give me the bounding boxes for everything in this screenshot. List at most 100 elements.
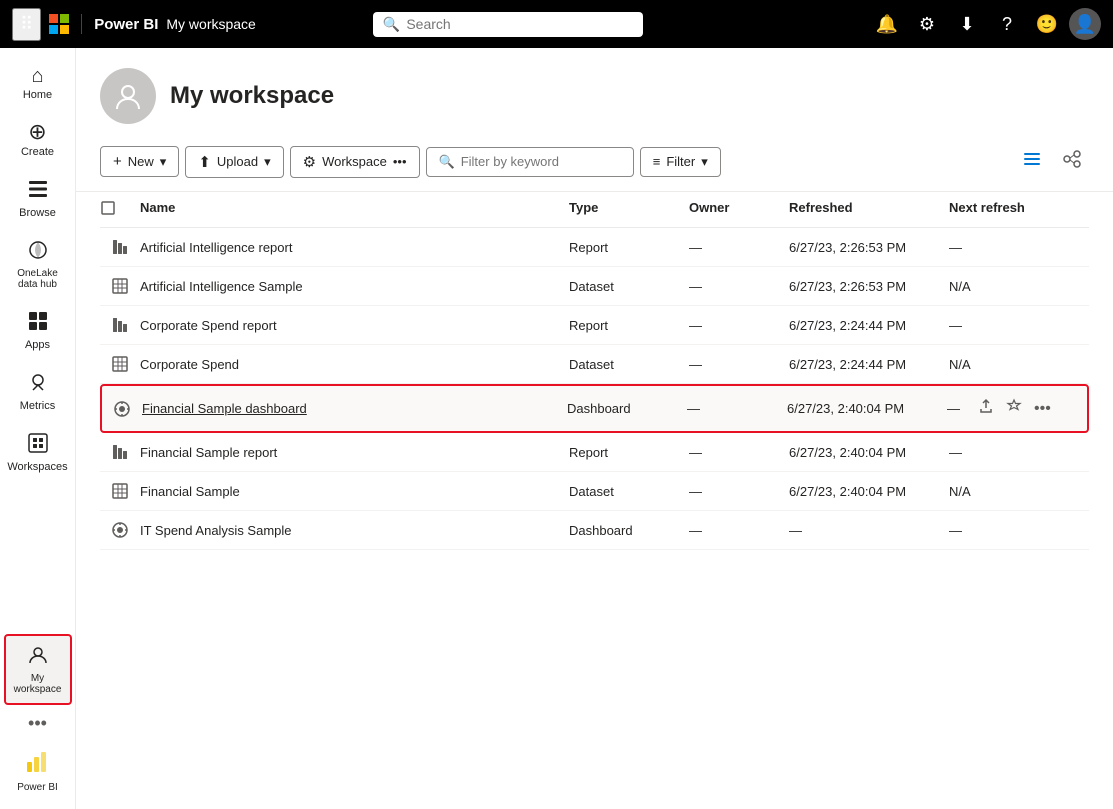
share-button[interactable]: [976, 396, 996, 421]
search-icon: 🔍: [383, 16, 400, 33]
top-navigation: ⠿ Power BI My workspace 🔍 🔔 ⚙ ⬇ ? 🙂 👤: [0, 0, 1113, 48]
table-row: Artificial Intelligence report Report — …: [100, 228, 1089, 267]
favorite-button[interactable]: [1004, 396, 1024, 421]
row-type: Dataset: [569, 357, 689, 372]
filter-input[interactable]: [461, 154, 621, 169]
row-next-refresh: —: [949, 523, 1089, 538]
main-content: My workspace + New ▾ ⬆ Upload ▾ ⚙ Worksp…: [76, 48, 1113, 809]
ms-logo-icon: [49, 14, 69, 34]
upload-icon: ⬆: [198, 153, 211, 171]
row-type-icon: [100, 277, 140, 295]
sidebar-item-browse[interactable]: Browse: [4, 168, 72, 229]
table-row: IT Spend Analysis Sample Dashboard — — —: [100, 511, 1089, 550]
sidebar-item-home[interactable]: ⌂ Home: [4, 56, 72, 111]
row-name: Corporate Spend report: [140, 318, 569, 333]
home-icon: ⌂: [31, 66, 43, 86]
sidebar-item-workspaces[interactable]: Workspaces: [4, 422, 72, 483]
nav-divider: [81, 14, 82, 34]
powerbi-logo-bottom[interactable]: Power BI: [13, 742, 62, 801]
workspace-button[interactable]: ⚙ Workspace •••: [290, 146, 420, 178]
browse-icon: [27, 178, 49, 204]
row-name: Artificial Intelligence report: [140, 240, 569, 255]
col-next-refresh: Next refresh: [949, 200, 1089, 219]
row-type-icon: [102, 400, 142, 418]
filter-icon: ≡: [653, 154, 661, 169]
lineage-view-button[interactable]: [1055, 144, 1089, 179]
row-refreshed: 6/27/23, 2:40:04 PM: [789, 445, 949, 460]
top-nav-icons: 🔔 ⚙ ⬇ ? 🙂 👤: [869, 6, 1101, 42]
more-actions-button[interactable]: •••: [1032, 398, 1053, 420]
row-type-icon: [100, 521, 140, 539]
settings-button[interactable]: ⚙: [909, 6, 945, 42]
row-owner: —: [689, 523, 789, 538]
download-button[interactable]: ⬇: [949, 6, 985, 42]
row-refreshed: —: [789, 523, 949, 538]
sidebar-item-onelake[interactable]: OneLake data hub: [4, 229, 72, 300]
avatar-icon: 👤: [1074, 14, 1096, 35]
row-refreshed: 6/27/23, 2:24:44 PM: [789, 318, 949, 333]
table-row: Financial Sample report Report — 6/27/23…: [100, 433, 1089, 472]
apps-icon: [27, 310, 49, 336]
row-type-icon: [100, 355, 140, 373]
table-row: Corporate Spend report Report — 6/27/23,…: [100, 306, 1089, 345]
notifications-button[interactable]: 🔔: [869, 6, 905, 42]
onelake-icon: [27, 239, 49, 265]
row-type: Report: [569, 240, 689, 255]
table-row: Financial Sample Dataset — 6/27/23, 2:40…: [100, 472, 1089, 511]
row-refreshed: 6/27/23, 2:26:53 PM: [789, 279, 949, 294]
row-type: Report: [569, 445, 689, 460]
search-input[interactable]: [406, 16, 633, 32]
table-row: Corporate Spend Dataset — 6/27/23, 2:24:…: [100, 345, 1089, 384]
new-chevron-icon: ▾: [160, 154, 167, 170]
list-view-icon: [1022, 149, 1042, 169]
row-type-icon: [100, 238, 140, 256]
apps-grid-button[interactable]: ⠿: [12, 8, 41, 41]
sidebar-item-myworkspace[interactable]: My workspace: [4, 634, 72, 705]
create-icon: ⊕: [28, 121, 46, 143]
dashboard-link[interactable]: Financial Sample dashboard: [142, 401, 307, 416]
toolbar: + New ▾ ⬆ Upload ▾ ⚙ Workspace ••• 🔍 ≡ F…: [76, 136, 1113, 192]
more-options-button[interactable]: •••: [20, 705, 55, 742]
workspace-gear-icon: ⚙: [303, 153, 316, 171]
user-avatar[interactable]: 👤: [1069, 8, 1101, 40]
filter-chevron-icon: ▾: [701, 154, 708, 170]
row-next-refresh: —: [949, 240, 1089, 255]
new-button[interactable]: + New ▾: [100, 146, 179, 177]
row-owner: —: [689, 318, 789, 333]
filter-search-icon: 🔍: [439, 154, 455, 170]
sidebar-item-create[interactable]: ⊕ Create: [4, 111, 72, 168]
row-type: Report: [569, 318, 689, 333]
filter-button[interactable]: ≡ Filter ▾: [640, 147, 721, 177]
col-name: Name: [140, 200, 569, 219]
row-name: IT Spend Analysis Sample: [140, 523, 569, 538]
ellipsis-icon: •••: [28, 713, 47, 733]
col-type: Type: [569, 200, 689, 219]
content-table: Name Type Owner Refreshed Next refresh A…: [76, 192, 1113, 550]
row-owner: —: [689, 445, 789, 460]
row-type-icon: [100, 316, 140, 334]
microsoft-logo: [49, 14, 69, 34]
row-name: Corporate Spend: [140, 357, 569, 372]
workspace-header: My workspace: [76, 48, 1113, 136]
upload-button[interactable]: ⬆ Upload ▾: [185, 146, 283, 178]
row-name: Artificial Intelligence Sample: [140, 279, 569, 294]
sidebar-item-metrics[interactable]: Metrics: [4, 361, 72, 422]
workspace-name-nav: My workspace: [166, 16, 255, 32]
row-owner: —: [689, 484, 789, 499]
lineage-icon: [1062, 149, 1082, 169]
row-owner: —: [687, 401, 787, 416]
feedback-button[interactable]: 🙂: [1029, 6, 1065, 42]
sidebar-item-apps[interactable]: Apps: [4, 300, 72, 361]
row-type: Dataset: [569, 279, 689, 294]
table-row: Artificial Intelligence Sample Dataset —…: [100, 267, 1089, 306]
table-header: Name Type Owner Refreshed Next refresh: [100, 192, 1089, 228]
row-owner: —: [689, 240, 789, 255]
row-actions: •••: [976, 396, 1053, 421]
filter-input-container: 🔍: [426, 147, 634, 177]
help-button[interactable]: ?: [989, 6, 1025, 42]
col-owner: Owner: [689, 200, 789, 219]
list-view-button[interactable]: [1015, 144, 1049, 179]
metrics-icon: [27, 371, 49, 397]
col-icon: [100, 200, 140, 219]
workspace-more-icon: •••: [393, 154, 407, 169]
